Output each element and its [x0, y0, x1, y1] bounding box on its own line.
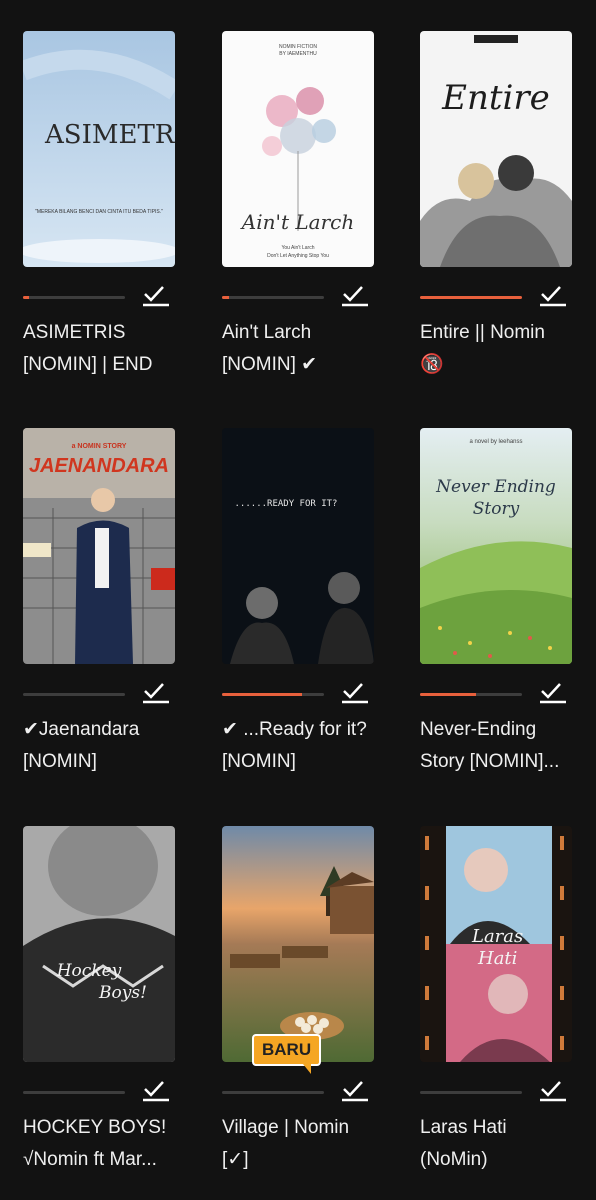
check-icon	[342, 286, 368, 307]
cover-quote: "MEREKA BILANG BENCI DAN CINTA ITU BEDA …	[35, 209, 163, 215]
book-card[interactable]: Laras Hati Laras Hati (NoMin)	[420, 826, 574, 1196]
cover-title-2: Hati	[477, 948, 517, 969]
book-title[interactable]: ASIMETRIS [NOMIN] | END	[23, 317, 181, 381]
book-cover[interactable]: NOMIN FICTION BY IAEMENTHU Ain't Larch Y…	[222, 31, 374, 267]
book-title[interactable]: Ain't Larch [NOMIN] ✔	[222, 317, 380, 381]
check-icon	[143, 1081, 169, 1102]
reading-progress-bar	[23, 1091, 125, 1094]
book-cover[interactable]: Laras Hati	[420, 826, 572, 1062]
cover-tagline: You Ain't Larch	[281, 245, 314, 251]
cover-tagline-2: Don't Let Anything Stop You	[267, 253, 329, 259]
reading-progress-bar	[23, 296, 125, 299]
book-cover[interactable]: Hockey Boys!	[23, 826, 175, 1062]
new-badge: BARU	[252, 1034, 322, 1074]
reading-progress-bar	[222, 296, 324, 299]
book-cover[interactable]: Entire	[420, 31, 572, 267]
book-card[interactable]: a novel by leehanss Never Ending Story N…	[420, 428, 574, 798]
book-cover[interactable]	[222, 826, 374, 1062]
book-card[interactable]: ......READY FOR IT? ✔ ...Ready for it? [N…	[222, 428, 376, 798]
cover-author: a novel by leehanss	[469, 439, 522, 445]
book-title[interactable]: ✔Jaenandara [NOMIN]	[23, 714, 181, 778]
cover-title-2: Story	[473, 499, 520, 519]
book-title[interactable]: HOCKEY BOYS! √Nomin ft Mar...	[23, 1112, 181, 1176]
check-icon	[342, 683, 368, 704]
book-cover[interactable]: a NOMIN STORY JAENANDARA	[23, 428, 175, 664]
reading-progress-bar	[222, 693, 324, 696]
book-card[interactable]: NOMIN FICTION BY IAEMENTHU Ain't Larch Y…	[222, 31, 376, 401]
book-title[interactable]: Never-Ending Story [NOMIN]...	[420, 714, 578, 778]
cover-title: ASIMETRIS	[44, 120, 175, 150]
book-card[interactable]: BARU Village | Nomin [✓]	[222, 826, 376, 1196]
book-card[interactable]: Entire Entire || Nomin 🔞	[420, 31, 574, 401]
book-title[interactable]: Entire || Nomin 🔞	[420, 317, 578, 381]
reading-progress-bar	[222, 1091, 324, 1094]
cover-title: Ain't Larch	[240, 210, 354, 234]
reading-progress-bar	[420, 693, 522, 696]
library-grid: ASIMETRIS "MEREKA BILANG BENCI DAN CINTA…	[0, 0, 596, 1200]
book-cover[interactable]: ......READY FOR IT?	[222, 428, 374, 664]
check-icon	[143, 683, 169, 704]
cover-author: BY IAEMENTHU	[279, 51, 317, 57]
check-icon	[540, 683, 566, 704]
book-cover[interactable]: ASIMETRIS "MEREKA BILANG BENCI DAN CINTA…	[23, 31, 175, 267]
reading-progress-bar	[420, 296, 522, 299]
book-card[interactable]: a NOMIN STORY JAENANDARA ✔Jaenandara [NOM…	[23, 428, 177, 798]
book-title[interactable]: ✔ ...Ready for it? [NOMIN]	[222, 714, 380, 778]
cover-title: Entire	[441, 78, 550, 118]
cover-title-2: Boys!	[98, 983, 147, 1003]
book-title[interactable]: Laras Hati (NoMin)	[420, 1112, 578, 1176]
cover-title: JAENANDARA	[29, 455, 169, 477]
book-card[interactable]: Hockey Boys! HOCKEY BOYS! √Nomin ft Mar..…	[23, 826, 177, 1196]
reading-progress-bar	[420, 1091, 522, 1094]
cover-title: Hockey	[56, 961, 122, 981]
reading-progress-bar	[23, 693, 125, 696]
book-card[interactable]: ASIMETRIS "MEREKA BILANG BENCI DAN CINTA…	[23, 31, 177, 401]
check-icon	[540, 1081, 566, 1102]
check-icon	[540, 286, 566, 307]
book-title[interactable]: Village | Nomin [✓]	[222, 1112, 380, 1176]
check-icon	[342, 1081, 368, 1102]
cover-series: a NOMIN STORY	[72, 443, 127, 450]
book-cover[interactable]: a novel by leehanss Never Ending Story	[420, 428, 572, 664]
cover-title: Laras	[471, 926, 523, 947]
check-icon	[143, 286, 169, 307]
cover-title: ......READY FOR IT?	[235, 499, 338, 509]
cover-series: NOMIN FICTION	[279, 44, 317, 50]
cover-title: Never Ending	[435, 477, 556, 497]
